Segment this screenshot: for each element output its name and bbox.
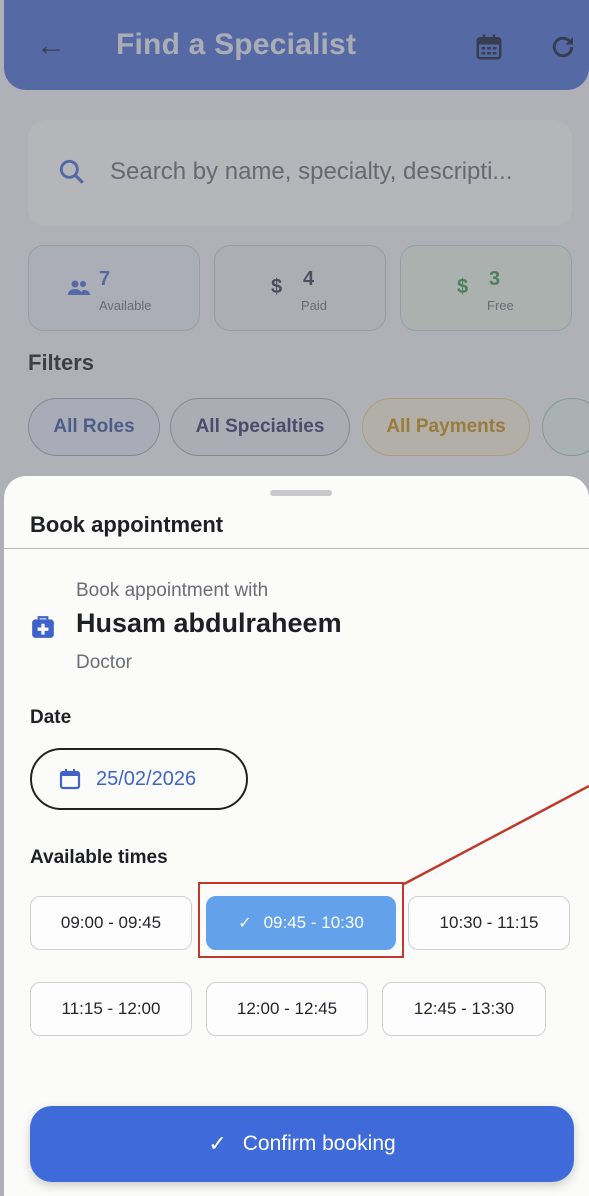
time-slot-label: 12:00 - 12:45 bbox=[236, 999, 338, 1018]
time-slot[interactable]: 11:15 - 12:00 bbox=[30, 982, 192, 1036]
check-icon: ✓ bbox=[208, 1131, 227, 1156]
doctor-name: Husam abdulraheem bbox=[76, 608, 342, 638]
drag-handle[interactable] bbox=[270, 490, 332, 496]
confirm-booking-label: Confirm booking bbox=[242, 1132, 396, 1155]
medical-bag-icon bbox=[32, 616, 54, 638]
sheet-title: Book appointment bbox=[30, 512, 224, 537]
time-slot-label: 11:15 - 12:00 bbox=[61, 999, 161, 1018]
book-with-label: Book appointment with bbox=[76, 580, 269, 601]
time-slot[interactable]: 10:30 - 11:15 bbox=[408, 896, 570, 950]
divider bbox=[4, 548, 589, 549]
date-label: Date bbox=[30, 707, 72, 728]
booking-sheet: Book appointment Book appointment with H… bbox=[4, 476, 589, 1196]
available-times-label: Available times bbox=[30, 847, 168, 868]
time-slot[interactable]: 09:00 - 09:45 bbox=[30, 896, 192, 950]
time-slot-label: 10:30 - 11:15 bbox=[439, 913, 539, 932]
time-slot-label: 12:45 - 13:30 bbox=[413, 999, 515, 1018]
confirm-booking-button[interactable]: ✓ Confirm booking bbox=[30, 1106, 574, 1182]
annotation-highlight-box bbox=[198, 882, 404, 958]
time-slot[interactable]: 12:45 - 13:30 bbox=[382, 982, 546, 1036]
date-value: 25/02/2026 bbox=[96, 767, 197, 790]
doctor-role: Doctor bbox=[76, 652, 132, 673]
date-picker-button[interactable]: 25/02/2026 bbox=[30, 748, 248, 810]
calendar-icon bbox=[59, 769, 81, 790]
time-slot[interactable]: 12:00 - 12:45 bbox=[206, 982, 368, 1036]
time-slot-label: 09:00 - 09:45 bbox=[60, 913, 162, 932]
